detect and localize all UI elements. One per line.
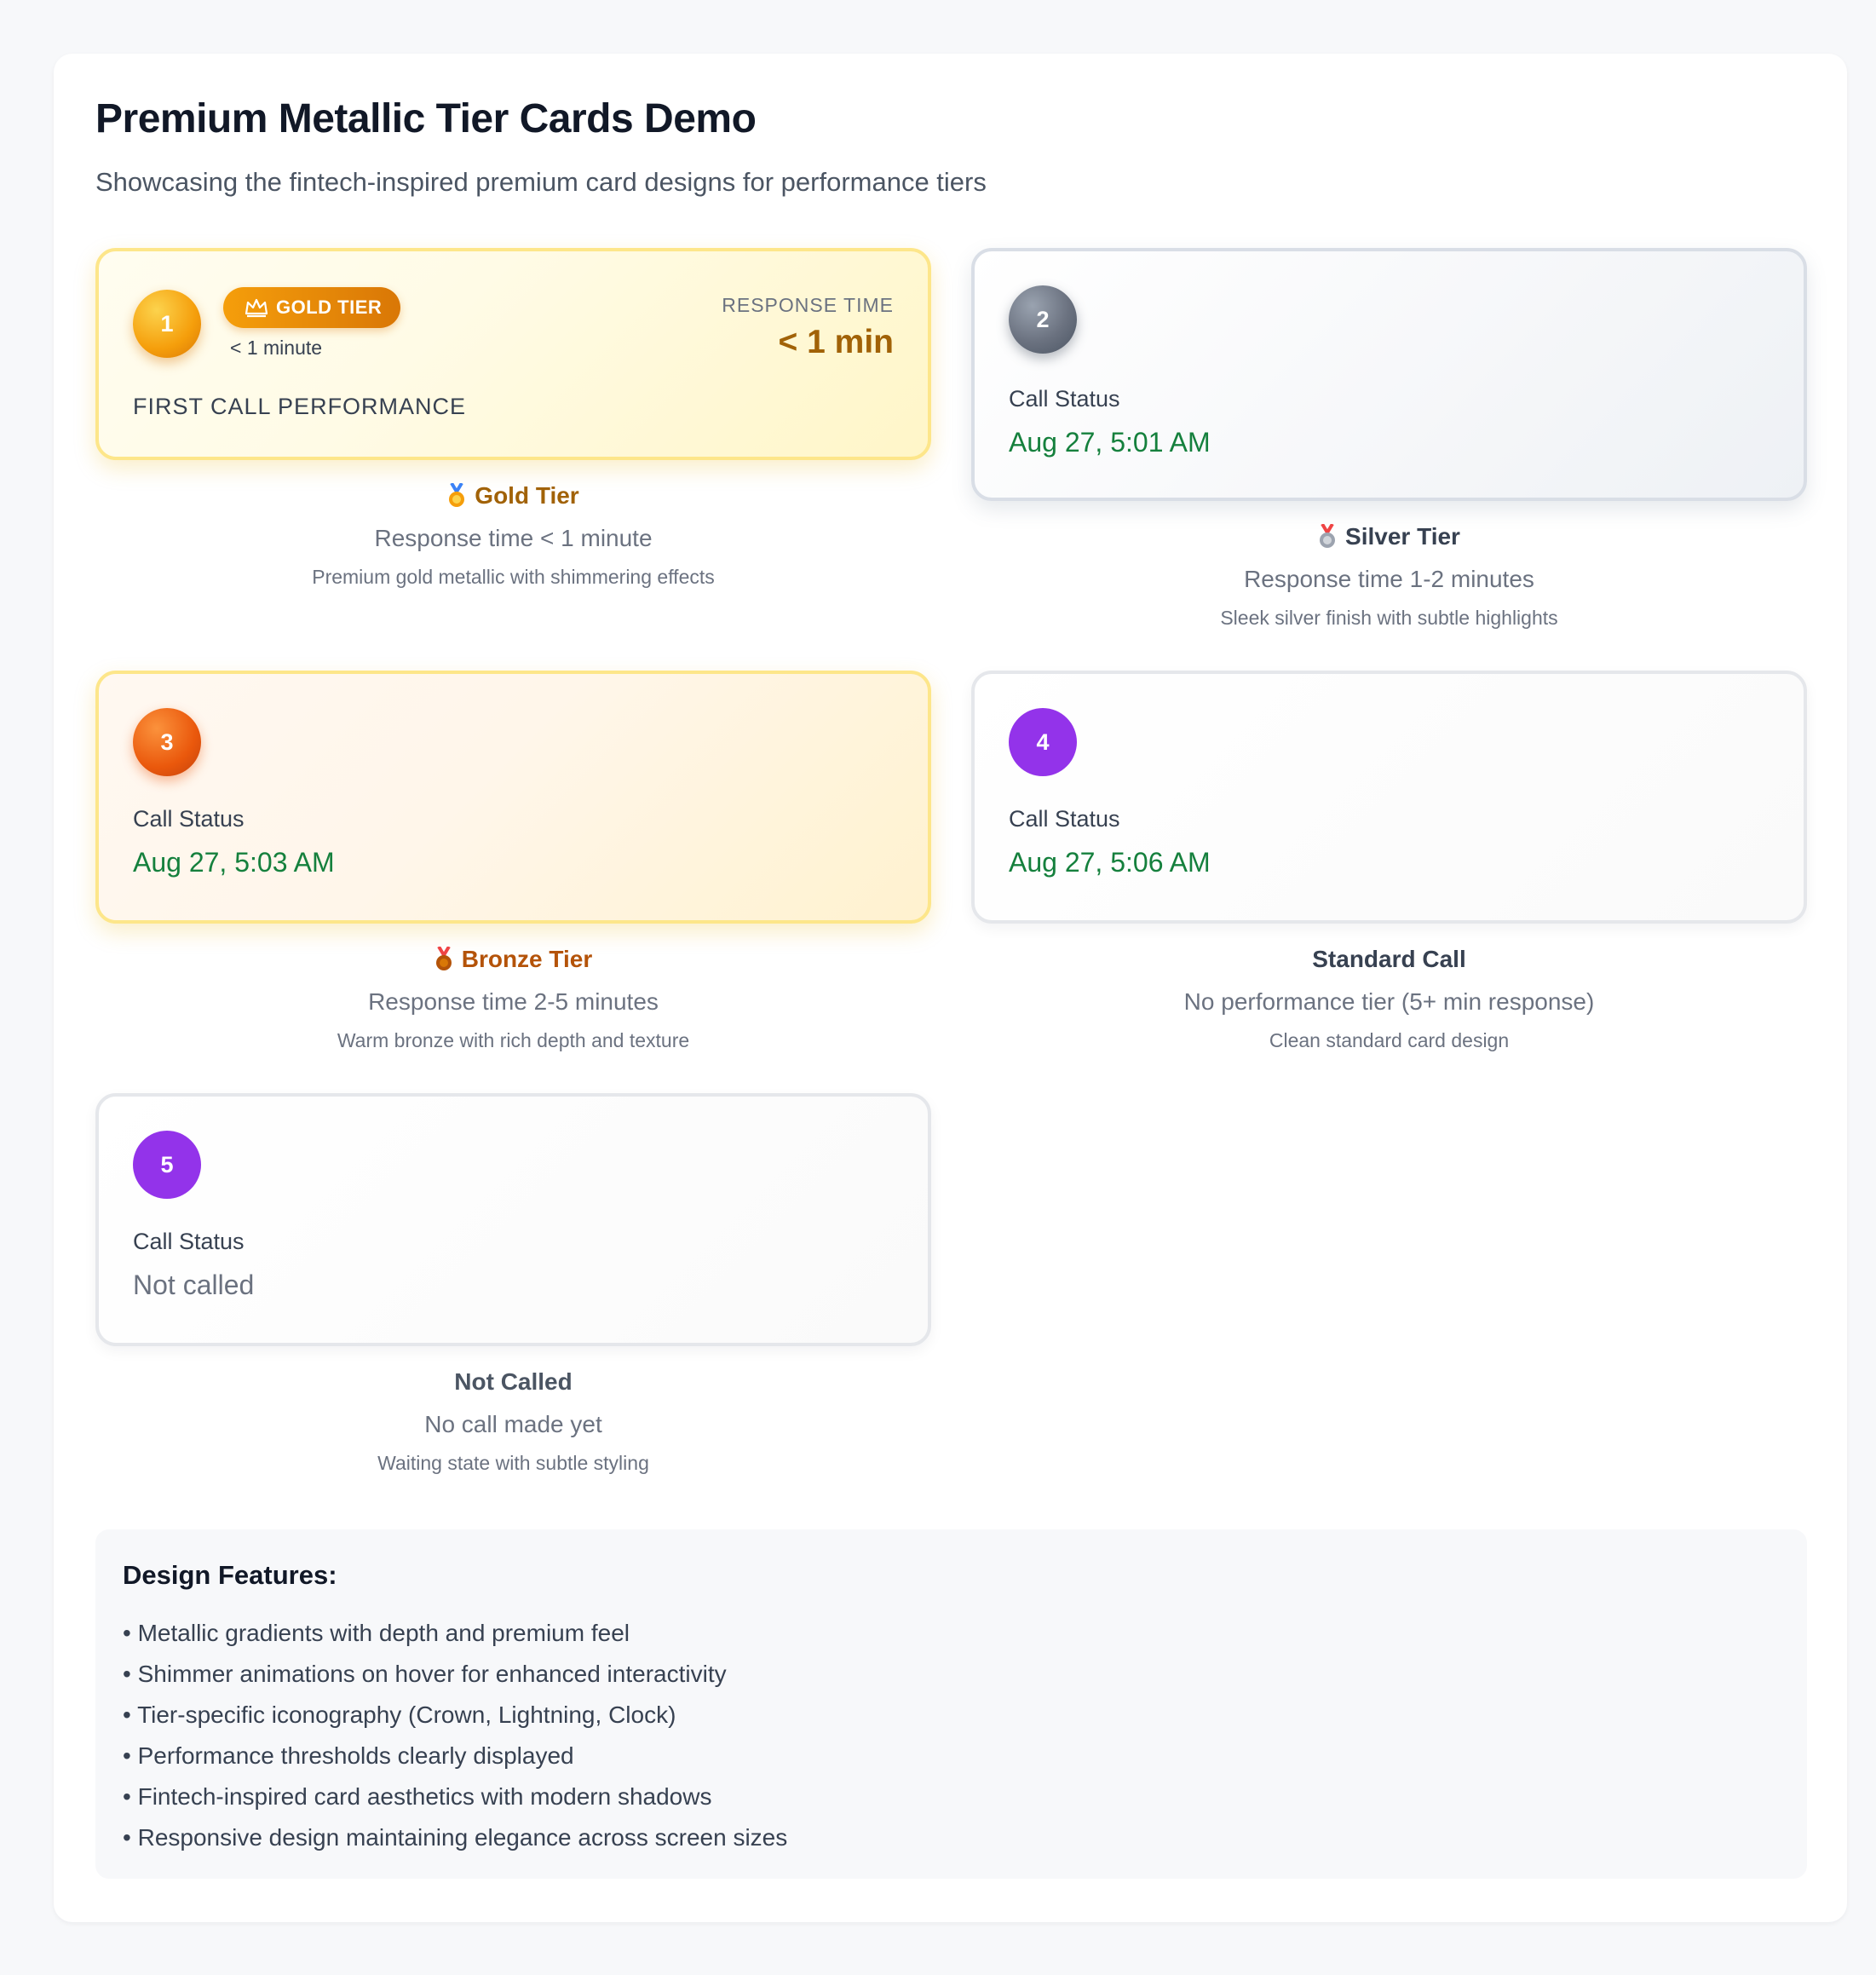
call-status-label: Call Status	[1009, 386, 1120, 412]
call-status-value: Aug 27, 5:01 AM	[1009, 427, 1211, 458]
caption-title: Gold Tier	[95, 482, 931, 510]
response-note: < 1 minute	[230, 337, 323, 359]
call-status-value: Aug 27, 5:06 AM	[1009, 847, 1211, 878]
call-status-label: Call Status	[133, 1229, 245, 1254]
rank-badge: 4	[1009, 708, 1077, 776]
bronze-tier-card[interactable]: 3 Call Status Aug 27, 5:03 AM	[95, 671, 931, 924]
rank-badge: 1	[133, 290, 201, 358]
caption-detail: Sleek silver finish with subtle highligh…	[1220, 607, 1558, 629]
bronze-tier-caption: Bronze Tier Response time 2-5 minutes Wa…	[95, 946, 931, 1052]
caption-title: Not Called	[454, 1368, 573, 1395]
caption-detail: Clean standard card design	[1269, 1029, 1510, 1051]
call-status-label: Call Status	[133, 806, 245, 832]
caption-description: No performance tier (5+ min response)	[1183, 988, 1595, 1015]
caption-title: Bronze Tier	[95, 946, 931, 973]
features-list: Metallic gradients with depth and premiu…	[123, 1613, 1780, 1858]
performance-label: FIRST CALL PERFORMANCE	[133, 394, 467, 419]
caption-detail: Premium gold metallic with shimmering ef…	[312, 566, 715, 588]
gold-medal-icon	[449, 483, 465, 507]
caption-description: Response time < 1 minute	[374, 525, 653, 551]
page-subtitle: Showcasing the fintech-inspired premium …	[95, 167, 987, 197]
standard-call-caption: Standard Call No performance tier (5+ mi…	[971, 946, 1807, 1052]
silver-tier-caption: Silver Tier Response time 1-2 minutes Sl…	[971, 523, 1807, 630]
rank-badge: 2	[1009, 285, 1077, 354]
feature-item: Tier-specific iconography (Crown, Lightn…	[123, 1695, 1780, 1736]
standard-call-card[interactable]: 4 Call Status Aug 27, 5:06 AM	[971, 671, 1807, 924]
feature-item: Responsive design maintaining elegance a…	[123, 1817, 1780, 1858]
call-status-value: Aug 27, 5:03 AM	[133, 847, 335, 878]
silver-medal-icon	[1320, 524, 1336, 548]
rank-badge: 3	[133, 708, 201, 776]
caption-description: Response time 2-5 minutes	[368, 988, 659, 1015]
caption-description: No call made yet	[424, 1411, 602, 1437]
feature-item: Shimmer animations on hover for enhanced…	[123, 1654, 1780, 1695]
not-called-caption: Not Called No call made yet Waiting stat…	[95, 1368, 931, 1475]
response-time-value: < 1 min	[778, 324, 894, 360]
rank-badge: 5	[133, 1131, 201, 1199]
gold-tier-caption: Gold Tier Response time < 1 minute Premi…	[95, 482, 931, 589]
response-time-label: RESPONSE TIME	[722, 294, 894, 316]
call-status-label: Call Status	[1009, 806, 1120, 832]
call-status-value: Not called	[133, 1270, 255, 1300]
tier-pill-label: GOLD TIER	[276, 297, 383, 318]
not-called-card[interactable]: 5 Call Status Not called	[95, 1093, 931, 1346]
feature-item: Fintech-inspired card aesthetics with mo…	[123, 1776, 1780, 1817]
caption-description: Response time 1-2 minutes	[1244, 566, 1534, 592]
caption-detail: Warm bronze with rich depth and texture	[337, 1029, 690, 1051]
caption-detail: Waiting state with subtle styling	[377, 1452, 649, 1474]
design-features-box: Design Features: Metallic gradients with…	[95, 1529, 1807, 1879]
gold-tier-card[interactable]: 1 GOLD TIER < 1 minute RESPONSE TIME < 1…	[95, 248, 931, 460]
features-title: Design Features:	[123, 1560, 337, 1590]
feature-item: Performance thresholds clearly displayed	[123, 1736, 1780, 1776]
caption-title: Silver Tier	[971, 523, 1807, 550]
silver-tier-card[interactable]: 2 Call Status Aug 27, 5:01 AM	[971, 248, 1807, 501]
crown-icon	[245, 298, 268, 318]
caption-title: Standard Call	[1312, 946, 1466, 972]
gold-tier-pill: GOLD TIER	[223, 287, 401, 328]
feature-item: Metallic gradients with depth and premiu…	[123, 1613, 1780, 1654]
page-title: Premium Metallic Tier Cards Demo	[95, 96, 757, 141]
bronze-medal-icon	[435, 947, 452, 970]
